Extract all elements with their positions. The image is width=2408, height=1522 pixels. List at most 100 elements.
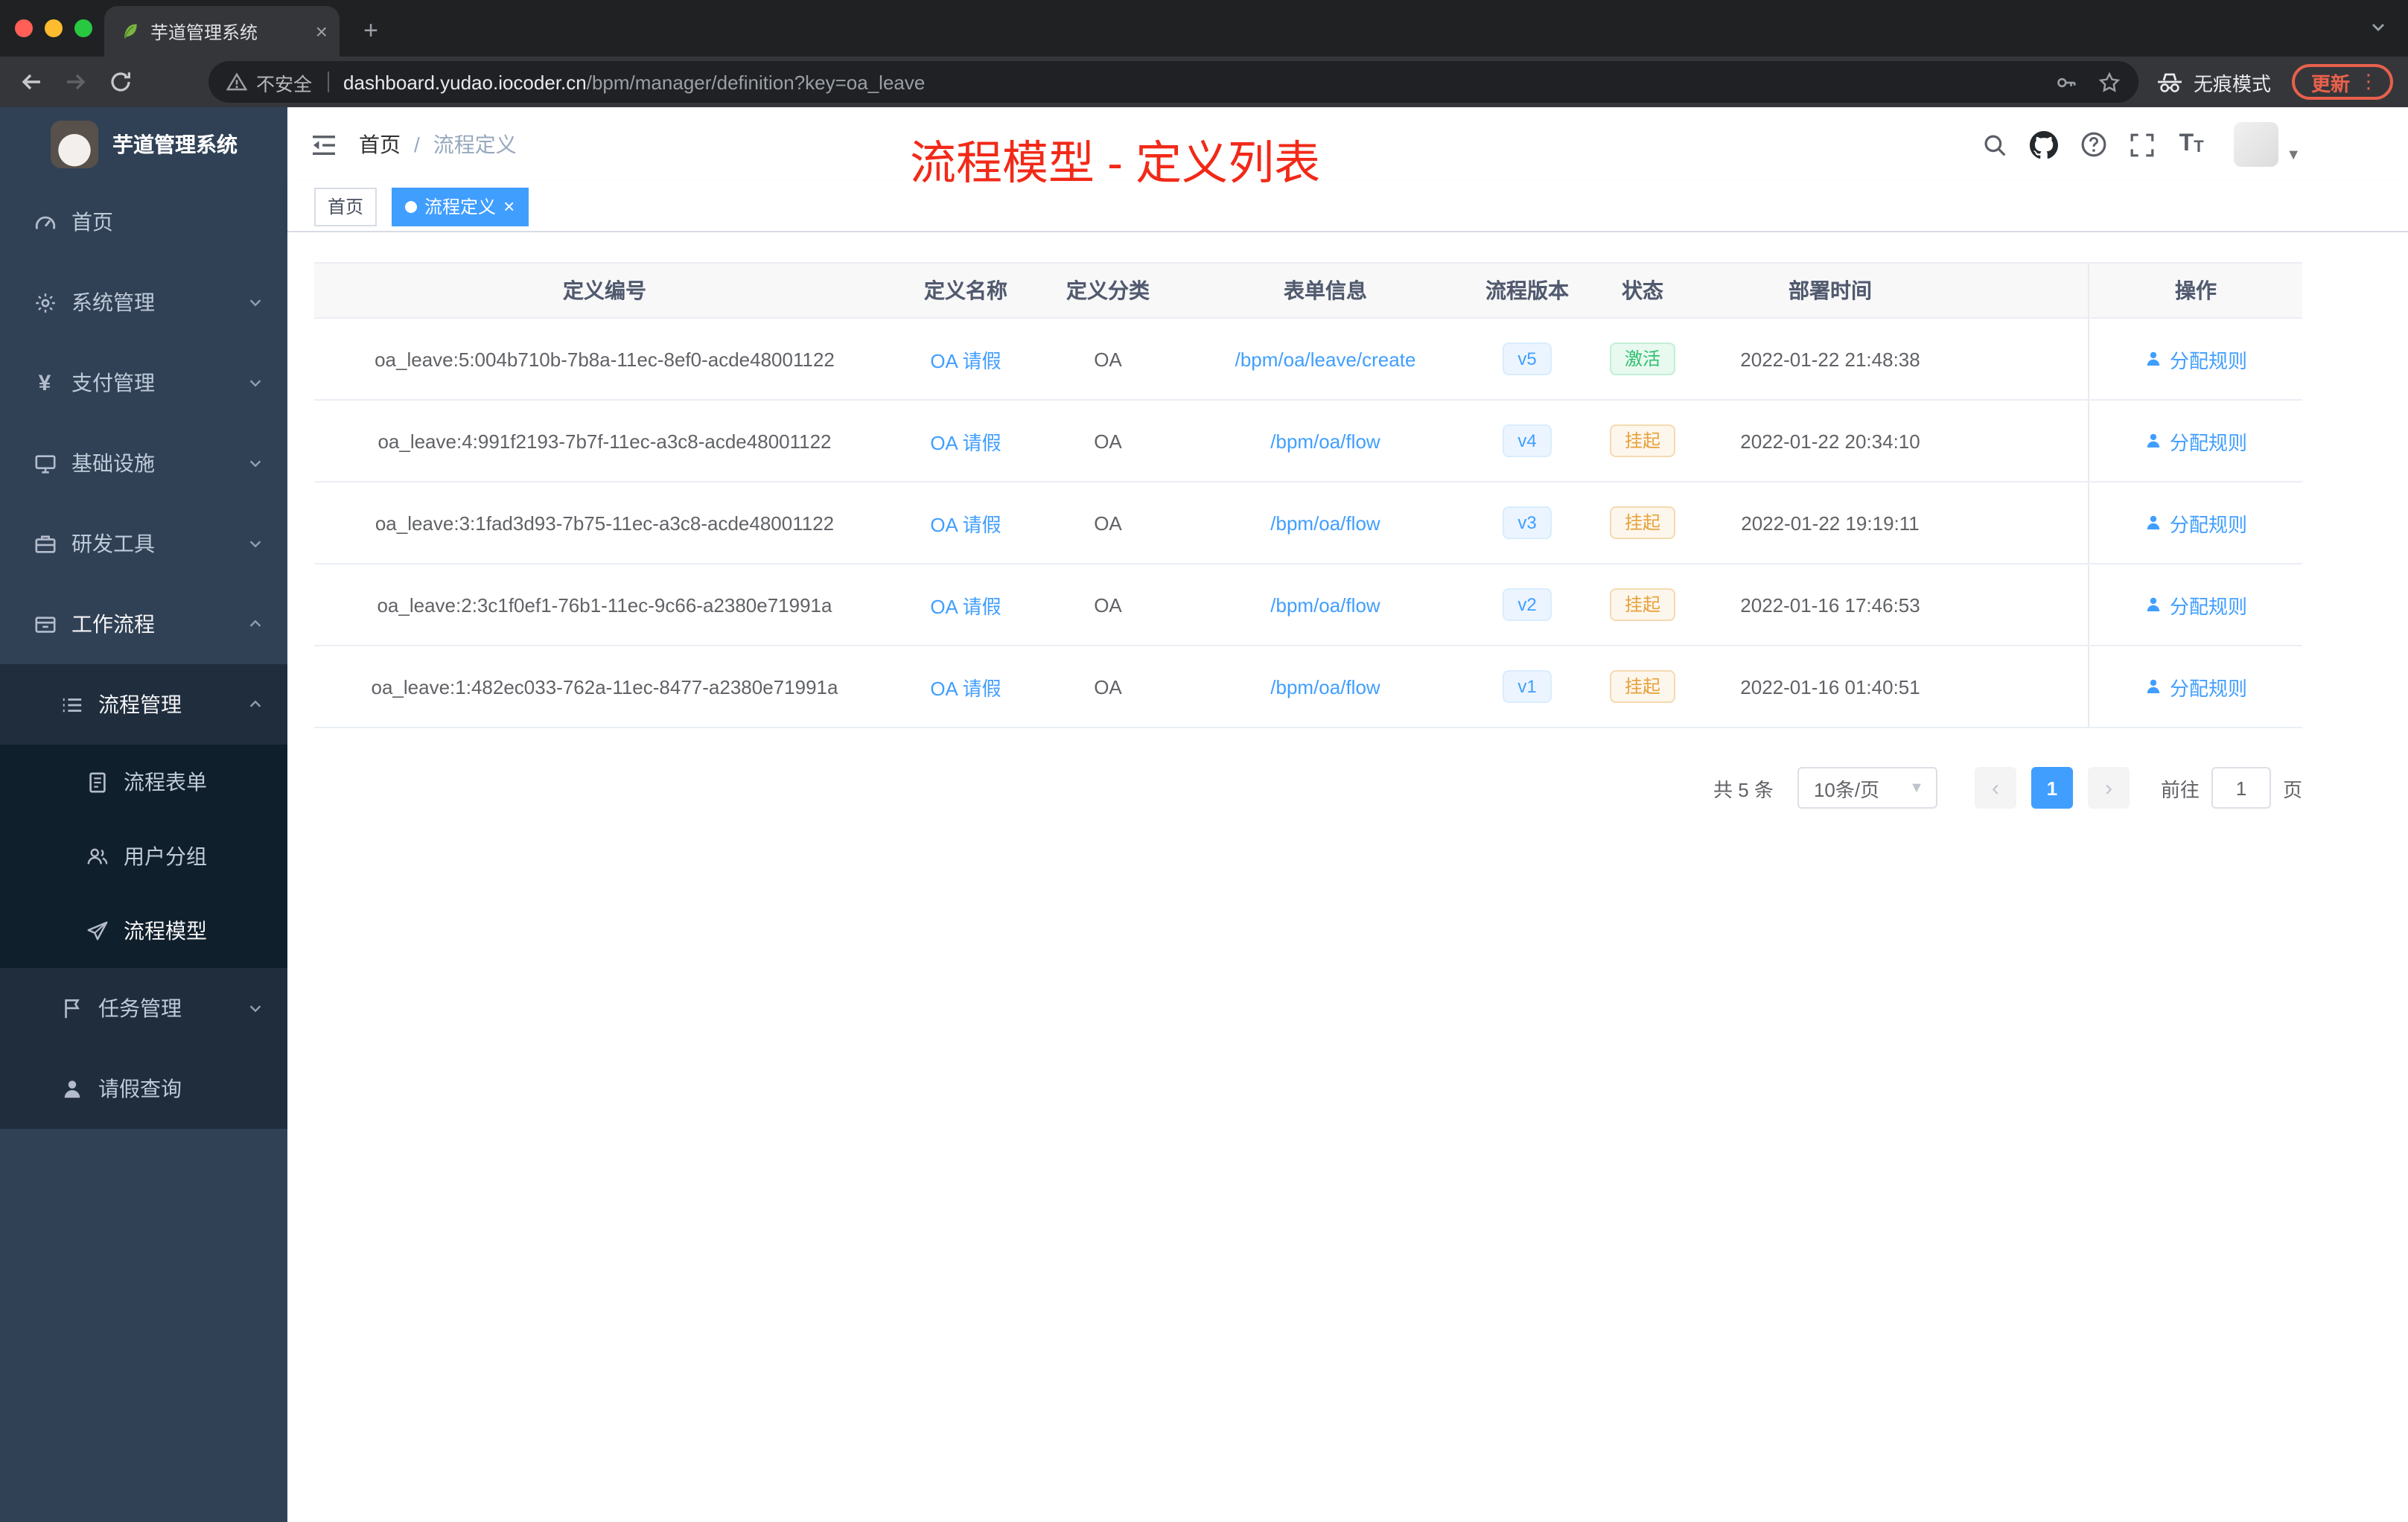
assign-rule-link[interactable]: 分配规则 [2144, 509, 2247, 537]
back-icon[interactable] [9, 61, 54, 103]
pagination: 共 5 条 10条/页 ▼ ‹ 1 › 前往 页 [314, 767, 2302, 809]
browser-tab[interactable]: 芋道管理系统 × [104, 6, 340, 57]
sidebar-item-workflow[interactable]: 工作流程 [0, 584, 287, 664]
cell-definition-id: oa_leave:4:991f2193-7b7f-11ec-a3c8-acde4… [378, 430, 832, 452]
avatar[interactable] [2234, 122, 2279, 167]
incognito-icon [2156, 71, 2183, 93]
status-badge: 挂起 [1609, 588, 1675, 621]
breadcrumb-current: 流程定义 [433, 133, 517, 156]
reload-icon[interactable] [98, 61, 143, 103]
avatar-caret-icon[interactable]: ▼ [2286, 147, 2301, 163]
form-link[interactable]: /bpm/oa/leave/create [1235, 348, 1416, 370]
browser-menu-icon[interactable]: ⋮ [2359, 70, 2378, 94]
dashboard-icon [33, 210, 57, 234]
incognito-badge: 无痕模式 [2156, 68, 2271, 96]
tag-home[interactable]: 首页 [314, 187, 378, 226]
person-icon [2144, 596, 2162, 614]
sidebar-item-payment[interactable]: ¥ 支付管理 [0, 343, 287, 423]
definition-name-link[interactable]: OA 请假 [930, 677, 1001, 699]
form-link[interactable]: /bpm/oa/flow [1270, 430, 1380, 452]
cell-deploy-time: 2022-01-16 01:40:51 [1740, 675, 1920, 698]
goto-page-input[interactable] [2211, 767, 2271, 809]
search-icon[interactable] [1970, 107, 2019, 182]
sidebar-item-task-management[interactable]: 任务管理 [0, 968, 287, 1048]
tag-process-definition[interactable]: 流程定义 × [392, 187, 529, 226]
app-logo[interactable]: 芋道管理系统 [0, 107, 287, 182]
update-label: 更新 [2310, 72, 2350, 95]
github-icon[interactable] [2019, 107, 2068, 182]
not-secure-label: 不安全 [256, 74, 313, 95]
form-link[interactable]: /bpm/oa/flow [1270, 512, 1380, 534]
next-page-button[interactable]: › [2087, 767, 2130, 809]
sidebar-collapse-icon[interactable] [287, 107, 359, 182]
form-link[interactable]: /bpm/oa/flow [1270, 593, 1380, 616]
page-content: 定义编号 定义名称 定义分类 表单信息 流程版本 状态 部署时间 操作 oa_l… [287, 232, 2408, 1522]
tag-close-icon[interactable]: × [503, 197, 515, 216]
sidebar-item-process-form[interactable]: 流程表单 [0, 745, 287, 819]
document-icon [85, 770, 109, 794]
cell-deploy-time: 2022-01-22 19:19:11 [1741, 512, 1920, 534]
fullscreen-icon[interactable] [2118, 107, 2167, 182]
assign-rule-link[interactable]: 分配规则 [2144, 590, 2247, 619]
breadcrumb-home[interactable]: 首页 [359, 130, 401, 159]
incognito-label: 无痕模式 [2193, 72, 2271, 95]
person-icon [2144, 432, 2162, 450]
form-link[interactable]: /bpm/oa/flow [1270, 675, 1380, 698]
person-icon [2144, 514, 2162, 532]
maximize-window-button[interactable] [74, 19, 92, 37]
new-tab-button[interactable]: + [351, 12, 390, 51]
version-badge: v1 [1503, 670, 1552, 703]
definition-table: 定义编号 定义名称 定义分类 表单信息 流程版本 状态 部署时间 操作 oa_l… [314, 262, 2302, 728]
definition-name-link[interactable]: OA 请假 [930, 513, 1001, 535]
chevron-down-icon [247, 1000, 264, 1016]
version-badge: v4 [1503, 424, 1552, 457]
page-size-select[interactable]: 10条/页 ▼ [1797, 767, 1937, 809]
col-status: 状态 [1622, 278, 1663, 302]
tab-search-chevron-icon[interactable] [2369, 18, 2387, 36]
address-bar[interactable]: 不安全 dashboard.yudao.iocoder.cn/bpm/manag… [208, 61, 2138, 103]
assign-rule-link[interactable]: 分配规则 [2144, 672, 2247, 701]
screen: 芋道管理系统 × + 不安全 dashboard.yudao.iocoder.c… [0, 0, 2408, 1522]
prev-page-button[interactable]: ‹ [1974, 767, 2016, 809]
cell-category: OA [1094, 348, 1122, 370]
chevron-up-icon [247, 696, 264, 713]
definition-name-link[interactable]: OA 请假 [930, 431, 1001, 453]
definition-name-link[interactable]: OA 请假 [930, 349, 1001, 372]
cell-category: OA [1094, 512, 1122, 534]
chevron-down-icon [247, 535, 264, 552]
not-secure-warning-icon [226, 71, 247, 92]
close-window-button[interactable] [15, 19, 33, 37]
password-key-icon[interactable] [2055, 71, 2077, 93]
minimize-window-button[interactable] [45, 19, 63, 37]
version-badge: v3 [1503, 506, 1552, 539]
status-badge: 激活 [1609, 343, 1675, 375]
assign-rule-link[interactable]: 分配规则 [2144, 427, 2247, 455]
chevron-up-icon [247, 616, 264, 632]
table-row: oa_leave:2:3c1f0ef1-76b1-11ec-9c66-a2380… [314, 564, 2302, 646]
sidebar-item-leave-query[interactable]: 请假查询 [0, 1048, 287, 1129]
users-icon [85, 844, 109, 868]
sidebar-item-process-management[interactable]: 流程管理 [0, 664, 287, 745]
breadcrumb: 首页 / 流程定义 [359, 130, 517, 159]
bookmark-star-icon[interactable] [2098, 71, 2121, 93]
help-icon[interactable] [2068, 107, 2118, 182]
assign-rule-link[interactable]: 分配规则 [2144, 345, 2247, 373]
definition-name-link[interactable]: OA 请假 [930, 595, 1001, 617]
browser-toolbar: 不安全 dashboard.yudao.iocoder.cn/bpm/manag… [0, 57, 2408, 107]
chevron-down-icon [247, 294, 264, 311]
tab-close-icon[interactable]: × [316, 21, 328, 42]
col-deploy-time: 部署时间 [1789, 278, 1872, 302]
sidebar: 芋道管理系统 首页 系统管理 ¥ 支付管理 基础设施 研发工具 工作流程 流程管… [0, 107, 287, 1522]
forward-icon[interactable] [54, 61, 98, 103]
sidebar-item-user-group[interactable]: 用户分组 [0, 819, 287, 894]
page-number-button[interactable]: 1 [2030, 767, 2073, 809]
chrome-update-button[interactable]: 更新 ⋮ [2291, 64, 2393, 100]
sidebar-item-home[interactable]: 首页 [0, 182, 287, 262]
font-size-icon[interactable]: TT [2167, 107, 2216, 182]
favicon-plant-icon [119, 21, 140, 42]
sidebar-item-process-model[interactable]: 流程模型 [0, 894, 287, 968]
sidebar-item-system[interactable]: 系统管理 [0, 262, 287, 343]
sidebar-item-infrastructure[interactable]: 基础设施 [0, 423, 287, 503]
active-tag-dot [405, 200, 418, 212]
sidebar-item-dev-tools[interactable]: 研发工具 [0, 503, 287, 584]
